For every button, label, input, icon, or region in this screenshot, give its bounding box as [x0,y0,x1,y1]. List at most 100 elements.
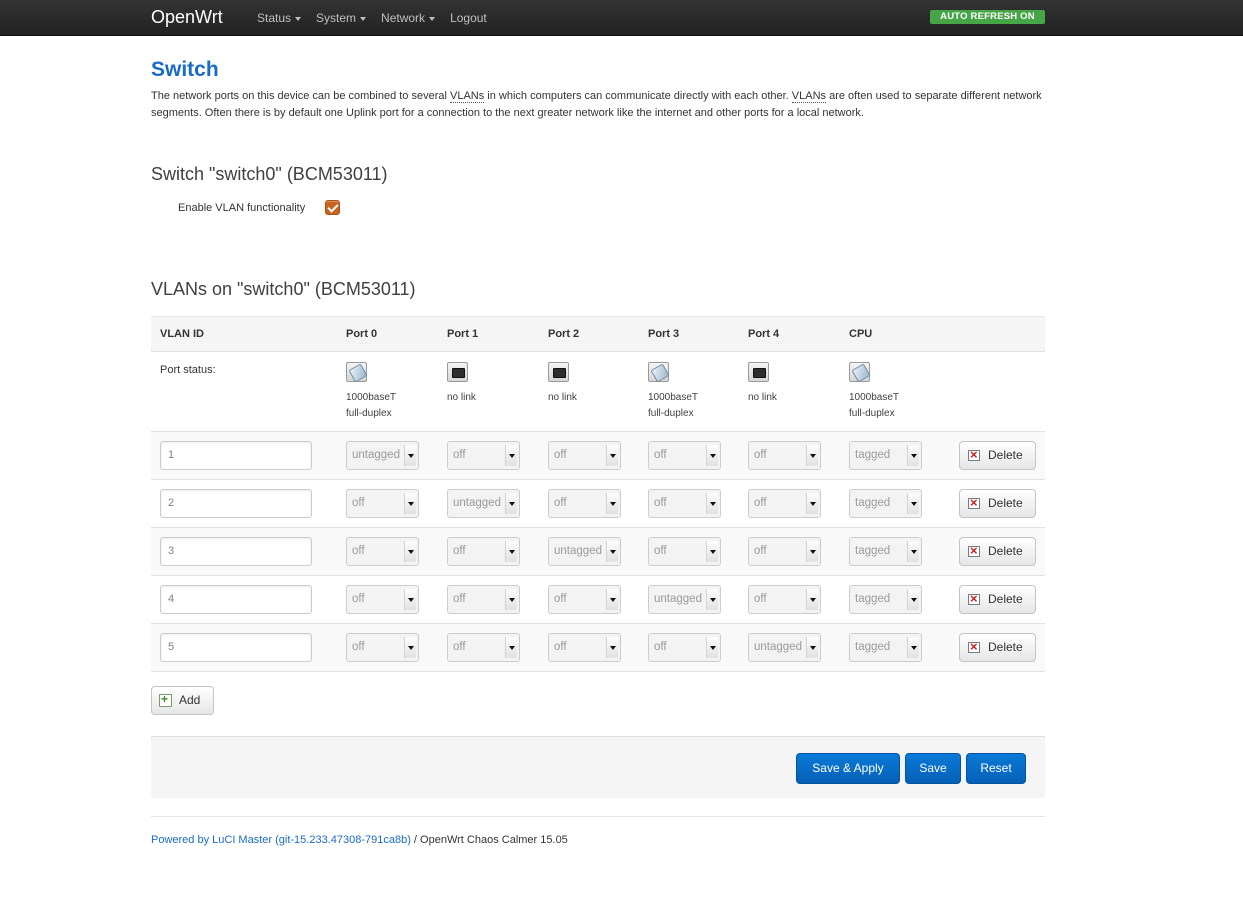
port-0-select[interactable]: off [346,633,419,662]
delete-vlan-button[interactable]: Delete [959,441,1036,470]
select-arrow-icon [404,445,416,466]
port-3-select[interactable]: off [648,633,721,662]
port-3-select[interactable]: off [648,489,721,518]
form-actions: Save & Apply Save Reset [151,736,1045,798]
select-arrow-icon [606,589,618,610]
ethernet-linked-icon [648,362,669,382]
select-arrow-icon [706,445,718,466]
luci-link[interactable]: Powered by LuCI Master (git-15.233.47308… [151,834,411,846]
nav-logout[interactable]: Logout [450,0,487,36]
col-port-0: Port 0 [346,328,378,340]
port-3-select[interactable]: off [648,537,721,566]
reset-button[interactable]: Reset [966,753,1026,784]
delete-icon [968,639,980,655]
port-1-select[interactable]: off [447,633,520,662]
port-3-status: 1000baseT full-duplex [648,362,728,422]
port-4-select[interactable]: off [748,489,821,518]
table-row: 2 off untagged off off off tagged Delete [151,480,1045,528]
table-row: 4 off off off untagged off tagged Delete [151,576,1045,624]
select-arrow-icon [907,445,919,466]
vlan-toggle-row: Enable VLAN functionality [178,200,341,215]
select-arrow-icon [706,541,718,562]
vlan-abbr: VLANs [450,90,485,103]
port-status-label: Port status: [160,364,216,376]
delete-vlan-button[interactable]: Delete [959,489,1036,518]
select-arrow-icon [505,589,517,610]
delete-vlan-button[interactable]: Delete [959,537,1036,566]
select-arrow-icon [806,541,818,562]
vlan-toggle-label: Enable VLAN functionality [178,201,306,214]
nav-system[interactable]: System [316,0,367,36]
ethernet-nolink-icon [447,362,468,382]
port-1-select[interactable]: off [447,585,520,614]
cpu-port-select[interactable]: tagged [849,489,922,518]
cpu-port-select[interactable]: tagged [849,585,922,614]
vlan-id-input[interactable]: 2 [160,489,312,518]
col-cpu: CPU [849,328,873,340]
add-icon [159,692,172,707]
col-port-2: Port 2 [548,328,580,340]
select-arrow-icon [706,637,718,658]
select-arrow-icon [505,541,517,562]
vlan-id-input[interactable]: 1 [160,441,312,470]
enable-vlan-checkbox[interactable] [325,200,341,215]
cpu-port-select[interactable]: tagged [849,441,922,470]
col-port-4: Port 4 [748,328,780,340]
port-1-select[interactable]: untagged [447,489,520,518]
brand-logo[interactable]: OpenWrt [151,7,223,28]
cpu-port-select[interactable]: tagged [849,633,922,662]
delete-icon [968,495,980,511]
port-2-select[interactable]: off [548,585,621,614]
nav-network[interactable]: Network [381,0,436,36]
cpu-port-status: 1000baseT full-duplex [849,362,929,422]
select-arrow-icon [606,493,618,514]
port-1-select[interactable]: off [447,441,520,470]
vlan-id-input[interactable]: 4 [160,585,312,614]
select-arrow-icon [505,493,517,514]
vlan-id-input[interactable]: 3 [160,537,312,566]
nav-status[interactable]: Status [257,0,302,36]
delete-vlan-button[interactable]: Delete [959,633,1036,662]
caret-down-icon [429,16,436,21]
port-0-select[interactable]: off [346,537,419,566]
cpu-port-select[interactable]: tagged [849,537,922,566]
port-3-select[interactable]: off [648,441,721,470]
port-4-select[interactable]: off [748,585,821,614]
save-button[interactable]: Save [905,753,961,784]
delete-vlan-button[interactable]: Delete [959,585,1036,614]
ethernet-nolink-icon [548,362,569,382]
select-arrow-icon [907,637,919,658]
port-3-select[interactable]: untagged [648,585,721,614]
port-2-select[interactable]: untagged [548,537,621,566]
vlans-section-title: VLANs on "switch0" (BCM53011) [151,279,416,299]
port-2-select[interactable]: off [548,633,621,662]
caret-down-icon [295,16,302,21]
port-0-select[interactable]: untagged [346,441,419,470]
select-arrow-icon [806,589,818,610]
select-arrow-icon [706,589,718,610]
vlan-id-input[interactable]: 5 [160,633,312,662]
save-apply-button[interactable]: Save & Apply [796,753,900,784]
delete-icon [968,543,980,559]
main-nav: Status System Network Logout [257,0,502,36]
port-1-select[interactable]: off [447,537,520,566]
port-4-select[interactable]: off [748,441,821,470]
caret-down-icon [360,16,367,21]
select-arrow-icon [907,541,919,562]
port-4-select[interactable]: off [748,537,821,566]
port-2-select[interactable]: off [548,441,621,470]
page-title: Switch [151,58,219,81]
port-4-select[interactable]: untagged [748,633,821,662]
top-navbar: OpenWrt Status System Network Logout AUT… [0,0,1243,36]
auto-refresh-badge[interactable]: AUTO REFRESH ON [930,10,1045,24]
select-arrow-icon [806,445,818,466]
delete-icon [968,591,980,607]
add-vlan-button[interactable]: Add [151,686,214,715]
select-arrow-icon [606,445,618,466]
port-2-select[interactable]: off [548,489,621,518]
switch-section-title: Switch "switch0" (BCM53011) [151,164,388,184]
select-arrow-icon [404,493,416,514]
port-0-select[interactable]: off [346,585,419,614]
ethernet-nolink-icon [748,362,769,382]
port-0-select[interactable]: off [346,489,419,518]
